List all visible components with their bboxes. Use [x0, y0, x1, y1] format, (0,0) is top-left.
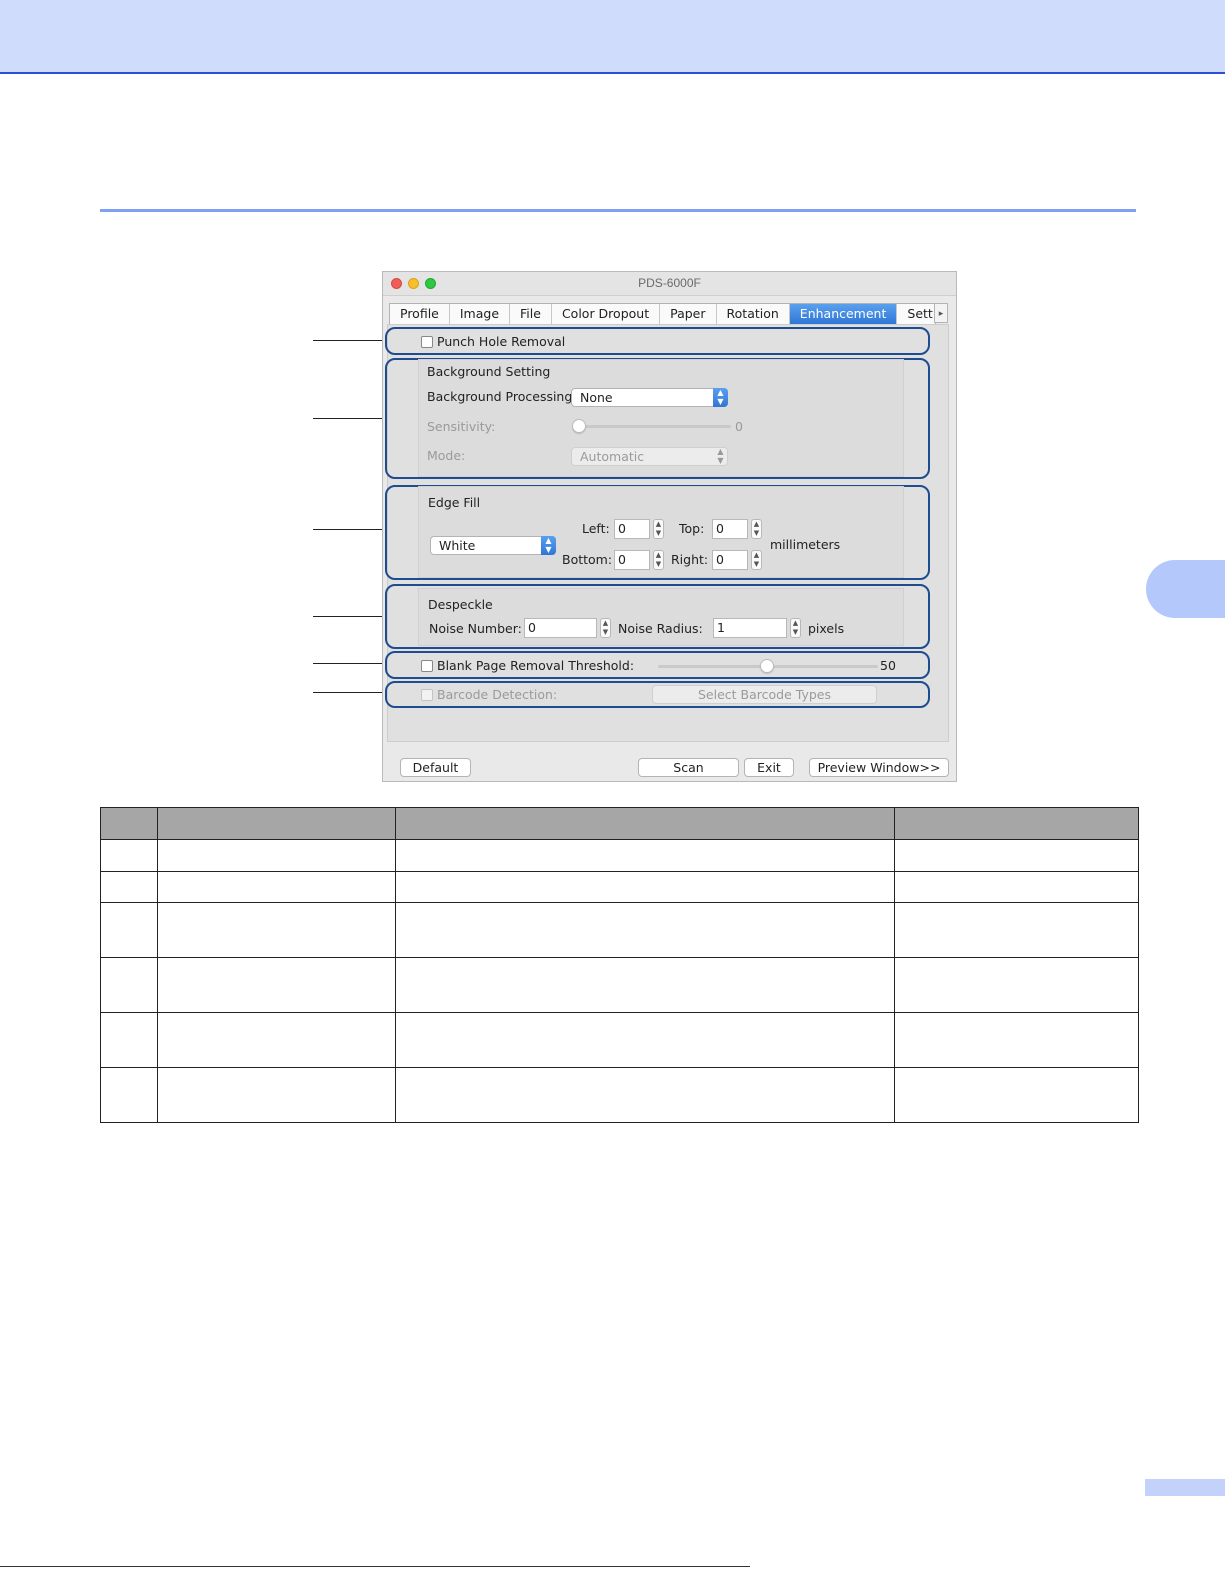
table-row	[100, 839, 1139, 872]
edge-fill-title: Edge Fill	[428, 495, 481, 510]
blank-page-label: Blank Page Removal Threshold:	[437, 658, 635, 673]
table-header-row	[100, 807, 1139, 840]
noise-radius-stepper[interactable]: ▲ ▼	[790, 618, 801, 638]
edge-fill-color-value: White	[439, 538, 476, 553]
edge-bottom-stepper[interactable]: ▲ ▼	[653, 550, 664, 570]
edge-left-stepper[interactable]: ▲ ▼	[653, 519, 664, 539]
edge-right-input[interactable]: 0	[712, 550, 748, 570]
sensitivity-slider-track[interactable]	[573, 425, 731, 428]
table-row	[100, 1067, 1139, 1123]
table-row	[100, 871, 1139, 903]
section-rule	[100, 209, 1136, 212]
default-button[interactable]: Default	[400, 758, 471, 777]
tab-scroll-right-icon[interactable]: ▸	[934, 303, 948, 323]
settings-tab-bar: Profile Image File Color Dropout Paper R…	[389, 303, 936, 325]
sensitivity-value: 0	[735, 419, 743, 434]
page-header-band	[0, 0, 1225, 74]
callout-leader-1	[313, 340, 386, 341]
table-row	[100, 1012, 1139, 1068]
noise-unit-label: pixels	[808, 621, 845, 636]
tab-enhancement[interactable]: Enhancement	[789, 304, 898, 324]
edge-bottom-input[interactable]: 0	[614, 550, 650, 570]
tab-profile[interactable]: Profile	[390, 304, 450, 324]
tab-color-dropout[interactable]: Color Dropout	[552, 304, 661, 324]
chapter-side-tab	[1146, 560, 1225, 618]
mode-select[interactable]: Automatic ▲ ▼	[571, 447, 728, 466]
page-number-tab	[1145, 1479, 1225, 1496]
tab-image[interactable]: Image	[450, 304, 511, 324]
noise-radius-input[interactable]: 1	[713, 618, 787, 638]
edge-right-stepper[interactable]: ▲ ▼	[751, 550, 762, 570]
edge-right-label: Right:	[671, 552, 709, 567]
sensitivity-slider-knob[interactable]	[572, 419, 586, 433]
edge-unit-label: millimeters	[770, 537, 841, 552]
scanner-settings-window: PDS-6000F Profile Image File Color Dropo…	[382, 271, 957, 782]
background-processing-label: Background Processing:	[427, 389, 577, 404]
noise-number-input[interactable]: 0	[524, 618, 597, 638]
edge-left-label: Left:	[582, 521, 610, 536]
callout-leader-4	[313, 616, 386, 617]
edge-top-label: Top:	[679, 521, 705, 536]
footer-line	[0, 1566, 750, 1567]
sensitivity-label: Sensitivity:	[427, 419, 496, 434]
scan-button[interactable]: Scan	[638, 758, 739, 777]
barcode-checkbox[interactable]	[421, 689, 433, 701]
blank-page-checkbox[interactable]	[421, 660, 433, 672]
tab-file[interactable]: File	[510, 304, 552, 324]
popup-arrows-icon: ▲ ▼	[713, 388, 728, 407]
table-row	[100, 902, 1139, 958]
edge-top-input[interactable]: 0	[712, 519, 748, 539]
mode-value: Automatic	[580, 449, 645, 464]
preview-window-button[interactable]: Preview Window>>	[809, 758, 949, 777]
tab-rotation[interactable]: Rotation	[717, 304, 790, 324]
background-processing-value: None	[580, 390, 613, 405]
punch-hole-checkbox[interactable]	[421, 336, 433, 348]
tab-paper[interactable]: Paper	[660, 304, 717, 324]
popup-arrows-icon: ▲ ▼	[541, 536, 556, 555]
select-barcode-types-button[interactable]: Select Barcode Types	[652, 685, 877, 704]
background-setting-title: Background Setting	[427, 364, 551, 379]
edge-bottom-label: Bottom:	[562, 552, 613, 567]
barcode-label: Barcode Detection:	[437, 687, 558, 702]
callout-table	[100, 807, 1139, 1123]
noise-number-label: Noise Number:	[429, 621, 522, 636]
window-titlebar: PDS-6000F	[383, 272, 956, 296]
noise-number-stepper[interactable]: ▲ ▼	[600, 618, 611, 638]
table-row	[100, 957, 1139, 1013]
popup-arrows-icon: ▲ ▼	[717, 447, 724, 465]
noise-radius-label: Noise Radius:	[618, 621, 703, 636]
edge-fill-color-select[interactable]: White ▲ ▼	[430, 536, 556, 555]
background-processing-select[interactable]: None ▲ ▼	[571, 388, 728, 407]
callout-leader-6	[313, 692, 386, 693]
callout-leader-3	[313, 529, 386, 530]
callout-leader-2	[313, 418, 386, 419]
edge-left-input[interactable]: 0	[614, 519, 650, 539]
blank-page-slider-knob[interactable]	[760, 659, 774, 673]
mode-label: Mode:	[427, 448, 466, 463]
edge-top-stepper[interactable]: ▲ ▼	[751, 519, 762, 539]
punch-hole-label: Punch Hole Removal	[437, 334, 566, 349]
exit-button[interactable]: Exit	[744, 758, 794, 777]
tab-settings[interactable]: Settin	[897, 304, 935, 324]
callout-leader-5	[313, 663, 386, 664]
despeckle-title: Despeckle	[428, 597, 493, 612]
window-title: PDS-6000F	[638, 276, 701, 290]
blank-page-value: 50	[880, 658, 896, 673]
